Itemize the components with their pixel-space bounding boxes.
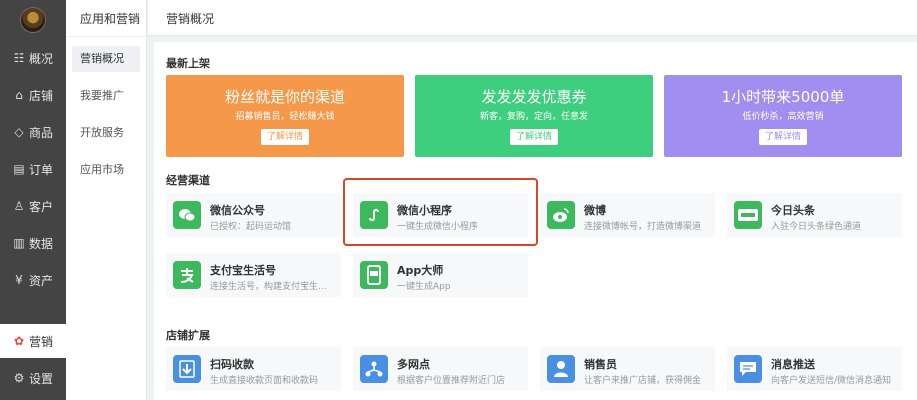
message-push-icon: [734, 355, 762, 383]
sidebar-item-label: 订单: [29, 162, 54, 177]
card-description: 生成直接收款页面和收款码: [210, 376, 319, 386]
banner-subtitle: 新客，复购，定向，任意发: [479, 112, 588, 122]
banner-title: 粉丝就是你的渠道: [224, 88, 345, 106]
multi-store-icon: [360, 355, 388, 383]
salesperson-icon: [547, 355, 575, 383]
order-icon: ▤: [13, 162, 25, 176]
sidebar-item-label: 营销: [29, 334, 54, 349]
sidebar-item-customers[interactable]: ♙ 客户: [0, 189, 66, 223]
money-icon: ¥: [15, 273, 23, 287]
sidebar-item-orders[interactable]: ▤ 订单: [0, 152, 66, 186]
sidebar-item-data[interactable]: ▥ 数据: [0, 226, 66, 260]
banner-title: 发发发发优惠券: [481, 88, 587, 106]
card-description: 根据客户位置推荐附近门店: [397, 376, 506, 386]
subnav-title: 应用和营销: [80, 12, 141, 26]
card-description: 让客户来推广店铺，获得佣金: [584, 376, 702, 386]
card-title: 支付宝生活号: [210, 264, 276, 277]
divider: [66, 36, 147, 37]
subnav-item-open-service[interactable]: 开放服务: [72, 120, 140, 146]
banner-title: 1小时带来5000单: [721, 88, 845, 106]
tag-icon: ◇: [14, 125, 24, 139]
sidebar-item-label: 设置: [29, 371, 54, 386]
store-icon: ⌂: [15, 88, 23, 102]
card-title: 微博: [584, 204, 606, 217]
sidebar-item-marketing[interactable]: ✿ 营销: [0, 324, 66, 358]
banner-flash-sale[interactable]: 1小时带来5000单 低价秒杀，高效营销 了解详情: [664, 75, 902, 157]
qr-collect-icon: [173, 355, 201, 383]
sidebar-item-label: 资产: [29, 273, 54, 288]
main-panel: 最新上架 粉丝就是你的渠道 招募销售员，轻松赚大钱 了解详情 发发发发优惠券 新…: [154, 42, 917, 400]
card-title: 微信公众号: [210, 204, 265, 217]
sidebar-item-label: 客户: [29, 199, 54, 214]
section-title-store-ext: 店铺扩展: [166, 329, 210, 342]
card-description: 连接生活号，构建支付宝生...: [210, 282, 327, 292]
sidebar-item-assets[interactable]: ¥ 资产: [0, 263, 66, 297]
store-logo-avatar[interactable]: [20, 7, 46, 33]
banner-fans-channel[interactable]: 粉丝就是你的渠道 招募销售员，轻松赚大钱 了解详情: [166, 75, 404, 157]
header-bar: 营销概况: [148, 0, 917, 36]
banner-subtitle: 低价秒杀，高效营销: [742, 112, 824, 122]
section-title-channels: 经营渠道: [166, 174, 210, 187]
card-title: 多网点: [397, 358, 430, 371]
page-title: 营销概况: [166, 12, 215, 26]
sidebar-item-settings[interactable]: ⚙ 设置: [0, 361, 66, 395]
sub-sidebar: 应用和营销 营销概况 我要推广 开放服务 应用市场: [66, 0, 147, 400]
section-title-new: 最新上架: [166, 57, 210, 70]
sidebar-item-label: 数据: [29, 236, 54, 251]
ext-card-message-push[interactable]: 消息推送 向客户发送短信/微信消息通知: [727, 347, 902, 391]
card-title: 销售员: [584, 358, 617, 371]
sidebar-item-label: 概况: [29, 51, 54, 66]
chart-icon: ▥: [13, 236, 25, 250]
app-icon: [360, 261, 388, 289]
channel-card-wechat-official[interactable]: 微信公众号 已授权：起码运动馆: [166, 193, 341, 237]
learn-more-button[interactable]: 了解详情: [260, 129, 309, 145]
alipay-icon: [173, 261, 201, 289]
card-title: App大师: [397, 264, 444, 277]
card-description: 入驻今日头条绿色通道: [771, 222, 862, 232]
banner-subtitle: 招募销售员，轻松赚大钱: [235, 112, 335, 122]
channel-card-weibo[interactable]: 微博 连接微博帐号，打造微博渠道: [540, 193, 715, 237]
card-title: 消息推送: [771, 358, 815, 371]
banner-coupons[interactable]: 发发发发优惠券 新客，复购，定向，任意发 了解详情: [415, 75, 653, 157]
ext-card-salesperson[interactable]: 销售员 让客户来推广店铺，获得佣金: [540, 347, 715, 391]
main-sidebar: ☷ 概况 ⌂ 店铺 ◇ 商品 ▤ 订单 ♙ 客户 ▥ 数据 ¥ 资产 ✿ 营销 …: [0, 0, 66, 400]
learn-more-button[interactable]: 了解详情: [758, 129, 807, 145]
subnav-item-promotion[interactable]: 我要推广: [72, 83, 140, 109]
sidebar-item-store[interactable]: ⌂ 店铺: [0, 78, 66, 112]
card-description: 连接微博帐号，打造微博渠道: [584, 222, 702, 232]
subnav-item-marketing-overview[interactable]: 营销概况: [72, 46, 140, 72]
weibo-icon: [547, 201, 575, 229]
ext-card-multi-store[interactable]: 多网点 根据客户位置推荐附近门店: [353, 347, 528, 391]
marketing-icon: ✿: [13, 334, 25, 348]
card-title: 扫码收款: [210, 358, 254, 371]
channel-card-alipay[interactable]: 支付宝生活号 连接生活号，构建支付宝生...: [166, 253, 341, 297]
card-description: 向客户发送短信/微信消息通知: [771, 376, 892, 386]
ext-card-qr-collect[interactable]: 扫码收款 生成直接收款页面和收款码: [166, 347, 341, 391]
subnav-item-app-market[interactable]: 应用市场: [72, 157, 140, 183]
user-icon: ♙: [13, 199, 25, 213]
channel-card-app-master[interactable]: App大师 一键生成App: [353, 253, 528, 297]
wechat-icon: [173, 201, 201, 229]
channel-card-toutiao[interactable]: 今日头条 入驻今日头条绿色通道: [727, 193, 902, 237]
card-title: 今日头条: [771, 204, 815, 217]
card-description: 一键生成App: [397, 282, 451, 292]
learn-more-button[interactable]: 了解详情: [509, 129, 558, 145]
gear-icon: ⚙: [13, 371, 25, 385]
sidebar-item-label: 商品: [29, 125, 54, 140]
sidebar-item-goods[interactable]: ◇ 商品: [0, 115, 66, 149]
chat-icon: ☷: [13, 51, 25, 65]
sidebar-item-overview[interactable]: ☷ 概况: [0, 41, 66, 75]
card-description: 已授权：起码运动馆: [210, 222, 292, 232]
highlight-box: [343, 178, 538, 246]
toutiao-icon: [734, 201, 762, 229]
sidebar-item-label: 店铺: [29, 88, 54, 103]
